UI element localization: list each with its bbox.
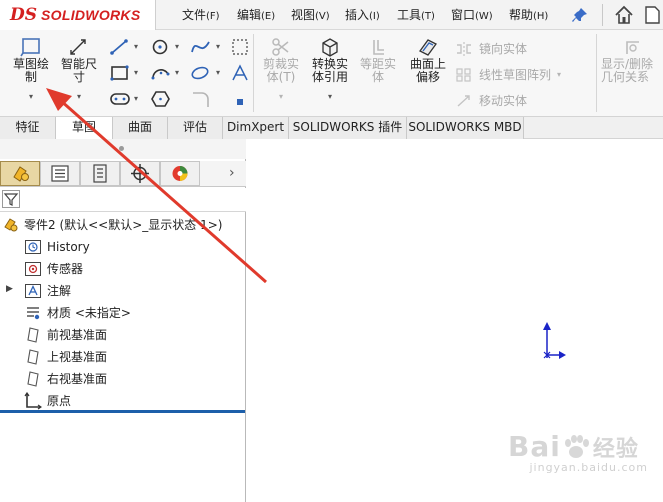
annotation-arrow-icon: [46, 88, 267, 284]
